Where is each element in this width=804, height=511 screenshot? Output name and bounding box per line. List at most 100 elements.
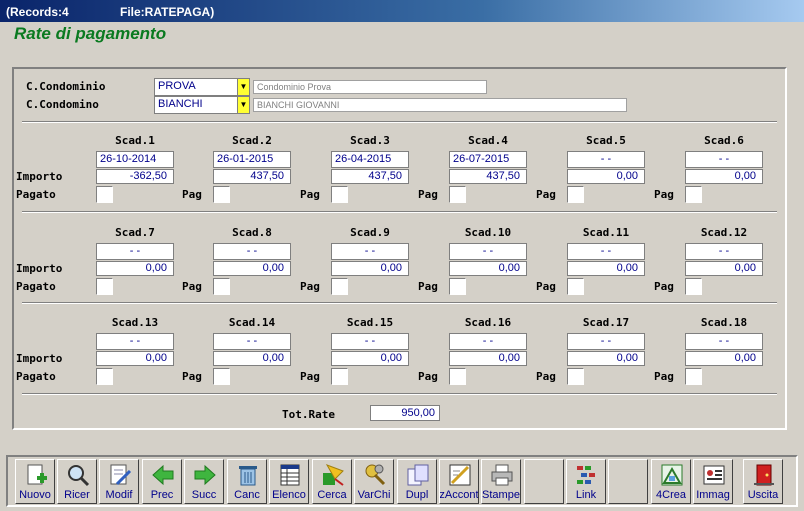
importo-field[interactable]: 0,00: [213, 261, 291, 276]
due-date-field[interactable]: 26-04-2015: [331, 151, 409, 168]
due-date-field[interactable]: - -: [213, 243, 291, 260]
pagato-checkbox[interactable]: [567, 368, 584, 385]
importo-field[interactable]: 0,00: [685, 169, 763, 184]
pag-label: Pag: [300, 280, 320, 293]
importo-field[interactable]: 0,00: [685, 351, 763, 366]
pagato-checkbox[interactable]: [685, 278, 702, 295]
pag-label: Pag: [654, 370, 674, 383]
importo-field[interactable]: 0,00: [567, 261, 645, 276]
pagato-checkbox[interactable]: [96, 278, 113, 295]
dupl-button[interactable]: Dupl: [397, 459, 437, 504]
importo-field[interactable]: 0,00: [331, 351, 409, 366]
pagato-checkbox[interactable]: [331, 278, 348, 295]
importo-field[interactable]: 0,00: [96, 351, 174, 366]
due-date-field[interactable]: - -: [567, 243, 645, 260]
importo-field[interactable]: -362,50: [96, 169, 174, 184]
due-date-field[interactable]: 26-07-2015: [449, 151, 527, 168]
scadenza-title: Scad.10: [464, 226, 512, 239]
due-date-field[interactable]: - -: [567, 151, 645, 168]
pag-label: Pag: [418, 370, 438, 383]
modif-button[interactable]: Modif: [99, 459, 139, 504]
scadenza-title: Scad.2: [232, 134, 272, 147]
due-date-field[interactable]: - -: [685, 243, 763, 260]
link-button[interactable]: Link: [566, 459, 606, 504]
due-date-field[interactable]: - -: [331, 333, 409, 350]
due-date-field[interactable]: - -: [449, 333, 527, 350]
prec-button[interactable]: Prec: [142, 459, 182, 504]
tot-rate-field[interactable]: 950,00: [370, 405, 440, 421]
pagato-checkbox[interactable]: [449, 186, 466, 203]
pagato-checkbox[interactable]: [96, 368, 113, 385]
pag-label: Pag: [418, 280, 438, 293]
due-date-field[interactable]: - -: [331, 243, 409, 260]
importo-field[interactable]: 437,50: [449, 169, 527, 184]
stampe-button[interactable]: Stampe: [481, 459, 521, 504]
importo-field[interactable]: 0,00: [96, 261, 174, 276]
importo-field[interactable]: 437,50: [213, 169, 291, 184]
due-date-field[interactable]: - -: [96, 333, 174, 350]
due-date-field[interactable]: 26-10-2014: [96, 151, 174, 168]
toolbar-button-label: VarChi: [357, 489, 391, 501]
importo-field[interactable]: 0,00: [213, 351, 291, 366]
pag-label: Pag: [300, 188, 320, 201]
condomino-dropdown-button[interactable]: ▼: [237, 96, 250, 114]
importo-field[interactable]: 0,00: [685, 261, 763, 276]
pagato-checkbox[interactable]: [213, 186, 230, 203]
canc-button[interactable]: Canc: [227, 459, 267, 504]
condominio-select[interactable]: PROVA: [154, 78, 238, 96]
importo-field[interactable]: 437,50: [331, 169, 409, 184]
importo-field[interactable]: 0,00: [449, 261, 527, 276]
pagato-checkbox[interactable]: [567, 186, 584, 203]
file-name: File:RATEPAGA): [120, 5, 215, 19]
zaccont-button[interactable]: zAccont: [439, 459, 479, 504]
condomino-description: BIANCHI GIOVANNI: [253, 98, 627, 112]
scadenza-title: Scad.8: [232, 226, 272, 239]
ricer-button[interactable]: Ricer: [57, 459, 97, 504]
pagato-checkbox[interactable]: [449, 278, 466, 295]
varchi-button[interactable]: VarChi: [354, 459, 394, 504]
importo-field[interactable]: 0,00: [331, 261, 409, 276]
due-date-field[interactable]: 26-01-2015: [213, 151, 291, 168]
pencil-icon: [448, 463, 472, 487]
pagato-checkbox[interactable]: [331, 186, 348, 203]
importo-field[interactable]: 0,00: [449, 351, 527, 366]
toolbar-button-label: Immag: [696, 489, 730, 501]
pagato-checkbox[interactable]: [685, 186, 702, 203]
pagato-checkbox[interactable]: [449, 368, 466, 385]
elenco-button[interactable]: Elenco: [269, 459, 309, 504]
due-date-field[interactable]: - -: [213, 333, 291, 350]
pagato-checkbox[interactable]: [213, 368, 230, 385]
cerca-button[interactable]: Cerca: [312, 459, 352, 504]
empty-toolbar-slot: [608, 459, 648, 504]
toolbar-button-label: zAccont: [439, 489, 479, 501]
trash-icon: [236, 463, 260, 487]
condomino-select[interactable]: BIANCHI: [154, 96, 238, 114]
importo-field[interactable]: 0,00: [567, 169, 645, 184]
link-icon: [575, 463, 599, 487]
importo-field[interactable]: 0,00: [567, 351, 645, 366]
pagato-checkbox[interactable]: [213, 278, 230, 295]
due-date-field[interactable]: - -: [685, 333, 763, 350]
due-date-field[interactable]: - -: [567, 333, 645, 350]
pagato-checkbox[interactable]: [567, 278, 584, 295]
4crea-button[interactable]: 4Crea: [651, 459, 691, 504]
due-date-field[interactable]: - -: [685, 151, 763, 168]
pagato-checkbox[interactable]: [331, 368, 348, 385]
printer-icon: [490, 463, 514, 487]
records-count: (Records:4: [6, 5, 69, 19]
condomino-label: C.Condomino: [26, 98, 99, 111]
pag-label: Pag: [654, 188, 674, 201]
scadenza-title: Scad.13: [111, 316, 159, 329]
due-date-field[interactable]: - -: [449, 243, 527, 260]
immag-button[interactable]: Immag: [693, 459, 733, 504]
pagato-checkbox[interactable]: [685, 368, 702, 385]
nuovo-button[interactable]: Nuovo: [15, 459, 55, 504]
due-date-field[interactable]: - -: [96, 243, 174, 260]
separator: [22, 121, 777, 123]
succ-button[interactable]: Succ: [184, 459, 224, 504]
condominio-dropdown-button[interactable]: ▼: [237, 78, 250, 96]
pagato-checkbox[interactable]: [96, 186, 113, 203]
toolbar-button-label: Dupl: [405, 489, 429, 501]
toolbar-button-label: Nuovo: [19, 489, 51, 501]
uscita-button[interactable]: Uscita: [743, 459, 783, 504]
